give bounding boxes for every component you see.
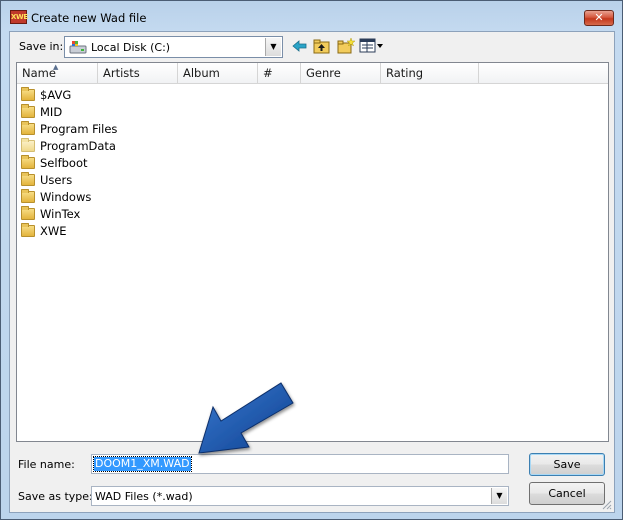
back-icon[interactable] [290,37,310,55]
list-item-label: WinTex [40,207,81,221]
dialog-window: XWE Create new Wad file ✕ Save in: Local… [0,0,623,520]
list-item[interactable]: XWE [21,223,221,240]
close-button[interactable]: ✕ [584,10,614,26]
list-item-label: Users [40,173,73,187]
dialog-body: Save in: Local Disk (C:) ▼ Name ▲ Artist… [9,31,615,513]
save-as-type-label: Save as type: [18,490,93,503]
folder-icon [21,121,35,135]
pointer-arrow-icon [198,382,294,454]
list-item[interactable]: Selfboot [21,155,221,172]
xwe-app-icon: XWE [10,10,28,24]
list-item-label: Selfboot [40,156,88,170]
list-item-label: $AVG [40,88,72,102]
list-item[interactable]: MID [21,104,221,121]
save-as-type-dropdown-button[interactable]: ▼ [491,488,507,504]
column-header-genre[interactable]: Genre [301,63,381,84]
save-in-value: Local Disk (C:) [91,41,171,54]
folder-icon [21,155,35,169]
save-button[interactable]: Save [529,453,605,476]
drive-icon [69,41,87,54]
folder-icon [21,87,35,101]
save-in-combobox[interactable]: Local Disk (C:) ▼ [64,36,283,58]
list-item[interactable]: Program Files [21,121,221,138]
column-name-label: Name [22,66,56,80]
hidden-folder-icon [21,138,35,152]
folder-icon [21,189,35,203]
save-in-dropdown-button[interactable]: ▼ [265,38,281,56]
window-title: Create new Wad file [31,11,147,25]
file-name-value: DOOM1_XM.WAD [93,456,192,472]
folder-icon [21,104,35,118]
column-header-album[interactable]: Album [178,63,258,84]
list-item[interactable]: WinTex [21,206,221,223]
list-item-label: Program Files [40,122,118,136]
column-header-rating[interactable]: Rating [381,63,479,84]
list-item-label: ProgramData [40,139,116,153]
list-item[interactable]: Windows [21,189,221,206]
column-header-artists[interactable]: Artists [98,63,178,84]
new-folder-icon[interactable] [336,37,356,55]
save-in-label: Save in: [19,40,64,53]
resize-grip-icon[interactable] [600,498,612,510]
list-item[interactable]: Users [21,172,221,189]
folder-icon [21,172,35,186]
sort-ascending-icon: ▲ [53,63,59,71]
title-bar[interactable]: XWE Create new Wad file ✕ [1,1,622,31]
folder-icon [21,206,35,220]
list-item-label: MID [40,105,63,119]
file-list-view[interactable]: Name ▲ Artists Album # Genre Rating $AVG… [16,62,609,442]
file-name-label: File name: [18,458,75,471]
column-header-row: Name ▲ Artists Album # Genre Rating [17,63,608,84]
folder-icon [21,223,35,237]
up-folder-icon[interactable] [312,37,332,55]
save-as-type-select[interactable]: WAD Files (*.wad) ▼ [91,486,509,506]
view-menu-icon[interactable] [359,37,385,55]
column-header-name[interactable]: Name ▲ [17,63,98,84]
list-item[interactable]: $AVG [21,87,221,104]
cancel-button[interactable]: Cancel [529,482,605,505]
list-item[interactable]: ProgramData [21,138,221,155]
list-item-label: XWE [40,224,67,238]
column-header-number[interactable]: # [258,63,301,84]
save-as-type-value: WAD Files (*.wad) [95,490,193,503]
list-item-label: Windows [40,190,92,204]
